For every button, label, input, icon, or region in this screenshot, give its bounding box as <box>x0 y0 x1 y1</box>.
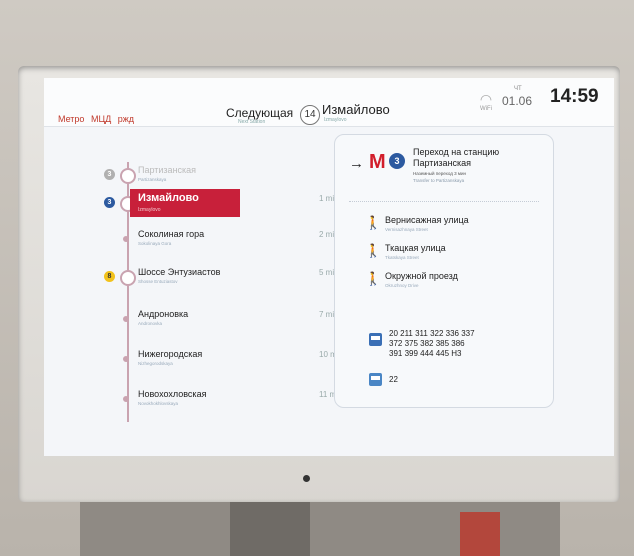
rzd-logo: ржд <box>117 114 134 124</box>
current-station-highlight: Измайлово Izmaylovo <box>130 189 240 217</box>
mount-slot <box>230 502 310 556</box>
exit-name: Окружной проезд <box>385 271 458 281</box>
station-name-en: Izmaylovo <box>138 207 161 213</box>
panel-divider <box>349 201 539 202</box>
monitor-mount <box>80 502 560 556</box>
station-name-en: Sokolinaya Gora <box>138 241 172 246</box>
station-name: Нижегородская <box>138 349 203 359</box>
exit-item: 🚶 Окружной проезд Okruzhnoy Drive <box>365 269 545 293</box>
trolleybus-routes: 22 <box>389 375 398 384</box>
wifi-label: WiFi <box>480 106 492 112</box>
station-marker <box>123 356 129 362</box>
metro-logo-icon: M <box>369 151 386 173</box>
station-marker <box>123 396 129 402</box>
trolleybus-icon <box>369 373 382 386</box>
bus-routes-line: 20 211 311 322 336 337 <box>389 329 475 338</box>
station-name-en: Andronovka <box>138 321 163 326</box>
station-name: Андроновка <box>138 309 189 319</box>
station-name: Измайлово <box>138 192 199 204</box>
station-name-en: Shosse Entuziastov <box>138 279 178 284</box>
bus-routes-line: 391 399 444 445 Н3 <box>389 349 462 358</box>
station-item: Новохохловская Novokhokhlovskaya 11 min <box>104 386 342 414</box>
station-marker <box>120 270 136 286</box>
wifi-icon: ◠ <box>479 91 493 107</box>
pedestrian-icon: 🚶 <box>365 243 382 258</box>
sensor-dot <box>303 475 310 482</box>
pedestrian-icon: 🚶 <box>365 215 382 230</box>
arrow-right-icon: → <box>349 155 364 172</box>
line-badge: 3 <box>104 169 115 180</box>
line-3-badge: 3 <box>389 153 405 169</box>
bus-routes: 20 211 311 322 336 337 372 375 382 385 3… <box>389 329 475 359</box>
station-item: Соколиная гора Sokolinaya Gora 2 min <box>104 226 339 254</box>
station-name: Соколиная гора <box>138 229 205 239</box>
date: 01.06 <box>502 94 533 108</box>
station-name: Шоссе Энтузиастов <box>138 267 221 277</box>
mcd-logo: МЦД <box>90 114 112 124</box>
passenger-info-screen: Метро МЦД ржд Следующая Next Station 14 … <box>44 78 614 456</box>
exit-item: 🚶 Ткацкая улица Tkatskaya Street <box>365 241 545 265</box>
station-item: 8 Шоссе Энтузиастов Shosse Entuziastov 5… <box>104 264 339 292</box>
station-item: Нижегородская Nizhegorodskaya 10 min <box>104 346 343 374</box>
station-marker <box>123 316 129 322</box>
station-name-en: Partizanskaya <box>138 177 167 182</box>
exit-item: 🚶 Вернисажная улица Vernisazhnaya Street <box>365 213 545 237</box>
bus-icon <box>369 333 382 346</box>
line-badge: 8 <box>104 271 115 282</box>
next-station-name-en: Izmaylovo <box>324 117 347 123</box>
metro-logo: Метро <box>58 114 85 124</box>
clock-time: 14:59 <box>550 86 599 107</box>
bus-routes-line: 372 375 382 385 386 <box>389 339 465 348</box>
exit-name-en: Vernisazhnaya Street <box>385 227 428 232</box>
station-name: Партизанская <box>138 165 197 175</box>
transfer-info-panel: → M 3 Переход на станцию Партизанская На… <box>334 134 554 408</box>
exit-name: Вернисажная улица <box>385 215 469 225</box>
exit-name-en: Okruzhnoy Drive <box>385 283 419 288</box>
pedestrian-icon: 🚶 <box>365 271 382 286</box>
header-bar: Метро МЦД ржд Следующая Next Station 14 … <box>44 78 614 127</box>
mount-red-panel <box>460 512 500 556</box>
station-marker <box>120 168 136 184</box>
transfer-title: Переход на станцию Партизанская <box>413 147 500 168</box>
transfer-subtitle-en: Transfer to Partizanskaya <box>413 178 465 183</box>
operator-logos: Метро МЦД ржд <box>58 114 138 124</box>
station-marker <box>123 236 129 242</box>
station-name: Новохохловская <box>138 389 207 399</box>
weekday: ЧТ <box>514 86 522 92</box>
transfer-subtitle: Наземный переход 3 мин <box>413 171 466 176</box>
station-item: 3 Партизанская Partizanskaya <box>104 162 324 190</box>
exit-name-en: Tkatskaya Street <box>385 255 419 260</box>
line-badge: 3 <box>104 197 115 208</box>
next-station-label: Следующая <box>226 106 294 120</box>
line-number-badge: 14 <box>300 105 320 125</box>
station-name-en: Nizhegorodskaya <box>138 361 173 366</box>
station-item: Андроновка Andronovka 7 min <box>104 306 339 334</box>
next-station-name: Измайлово <box>322 102 390 117</box>
next-station-label-en: Next Station <box>238 119 266 125</box>
wifi-indicator: ◠ WiFi <box>474 92 498 112</box>
exit-name: Ткацкая улица <box>385 243 446 253</box>
station-name-en: Novokhokhlovskaya <box>138 401 179 406</box>
